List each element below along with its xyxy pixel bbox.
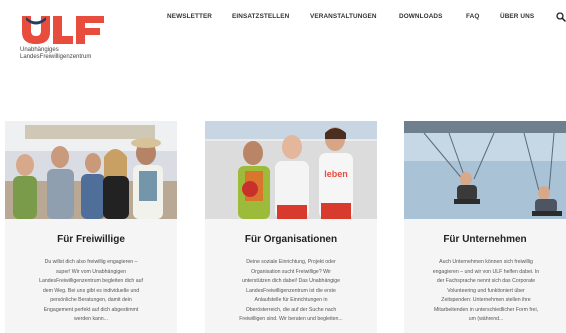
card-description-line: der Fachsprache nennt sich das Corporate <box>436 278 536 284</box>
card-description-line: unterstützen dich dabei! Das Unabhängige <box>241 278 341 284</box>
card-description: Du willst dich also freiwillig engagiere… <box>17 258 165 325</box>
card-description-line: LandesFreiwilligenzentrum begleiten dich… <box>39 278 143 284</box>
card-description-line: werden kann... <box>73 316 109 322</box>
card-description-line: um (während... <box>468 316 504 322</box>
card-description-line: Zeitspenden: Unternehmen stellen ihre <box>441 297 531 303</box>
nav-item-newsletter[interactable]: NEWSLETTER <box>167 13 212 21</box>
card-description-line: engagieren – und wir von ULF helfen dabe… <box>432 268 540 275</box>
card-description-line: Engagement perfekt auf dich abgestimmt <box>43 306 139 313</box>
card-title: Für Unternehmen <box>443 234 527 245</box>
nav-item-faq[interactable]: FAQ <box>466 13 479 21</box>
card-freiwillige[interactable]: Für Freiwillige Du willst dich also frei… <box>5 121 177 333</box>
card-photo-unternehmen <box>404 121 566 219</box>
card-organisationen[interactable]: leben Für Organisationen Deine soziale E… <box>205 121 377 333</box>
card-description-line: dem Weg. Bei uns gibt es individuelle un… <box>42 287 140 294</box>
card-title: Für Organisationen <box>244 234 338 245</box>
shirt-print: leben <box>324 169 348 179</box>
site-header: Unabhängiges LandesFreiwilligenzentrum N… <box>0 0 566 70</box>
card-description-line: Mitarbeitenden in unterschiedlicher Form… <box>433 306 539 313</box>
card-description-line: Oberösterreich, die auf der Suche nach <box>245 306 337 313</box>
nav-item-downloads[interactable]: DOWNLOADS <box>399 13 443 21</box>
card-description-line: super! Wir vom Unabhängigen <box>55 268 127 275</box>
card-title: Für Freiwillige <box>57 234 125 245</box>
card-description-line: Freiwilligen sind. Wir beraten und begle… <box>239 316 343 322</box>
card-description-line: Volunteering und funktioniert über <box>447 287 525 294</box>
nav-item-veranstaltungen[interactable]: VERANSTALTUNGEN <box>310 13 377 21</box>
logo-subtitle-line-2: LandesFreiwilligenzentrum <box>20 54 92 60</box>
nav-item-einsatzstellen[interactable]: EINSATZSTELLEN <box>232 13 289 21</box>
card-description-line: Auch Unternehmen können sich freiwillig <box>439 259 533 265</box>
card-photo-organisationen: leben <box>205 121 377 219</box>
logo-subtitle-line-1: Unabhängiges <box>20 47 59 53</box>
card-description-line: persönliche Beratungen, damit dein <box>50 297 132 303</box>
nav-item-ueber-uns[interactable]: ÜBER UNS <box>500 13 534 21</box>
card-description: Auch Unternehmen können sich freiwillig … <box>412 258 560 325</box>
card-description-line: Deine soziale Einrichtung, Projekt oder <box>246 259 336 265</box>
search-icon[interactable] <box>556 9 566 22</box>
card-description-line: Anlaufstelle für Einrichtungen in <box>254 297 328 303</box>
card-photo-freiwillige <box>5 121 177 219</box>
card-unternehmen[interactable]: Für Unternehmen Auch Unternehmen können … <box>404 121 566 333</box>
main-nav: NEWSLETTER EINSATZSTELLEN VERANSTALTUNGE… <box>0 13 566 25</box>
card-description-line: Organisation sucht Freiwillige? Wir <box>251 268 331 275</box>
card-description-line: LandesFreiwilligenzentrum ist die erste <box>246 287 336 294</box>
card-description-line: Du willst dich also freiwillig engagiere… <box>44 259 138 265</box>
card-description: Deine soziale Einrichtung, Projekt oder … <box>217 258 365 325</box>
